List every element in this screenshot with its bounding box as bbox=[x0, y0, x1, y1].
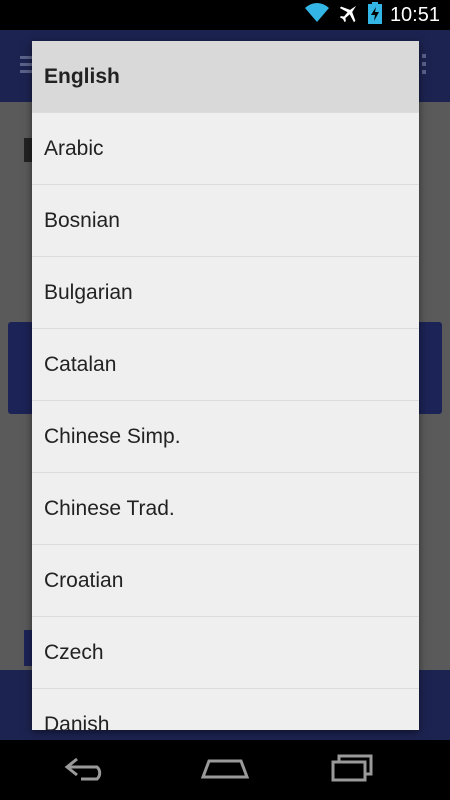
airplane-icon bbox=[338, 2, 360, 29]
home-button[interactable] bbox=[197, 752, 253, 788]
menu-icon bbox=[20, 56, 32, 76]
language-label: Croatian bbox=[44, 568, 124, 592]
language-label: Bulgarian bbox=[44, 280, 133, 304]
wifi-icon bbox=[304, 2, 330, 28]
status-bar: 10:51 bbox=[0, 0, 450, 30]
language-label: Chinese Trad. bbox=[44, 496, 175, 520]
status-time: 10:51 bbox=[389, 3, 440, 26]
language-label: Chinese Simp. bbox=[44, 424, 181, 448]
home-icon bbox=[199, 755, 251, 786]
language-item-danish[interactable]: Danish bbox=[32, 689, 419, 731]
back-icon bbox=[63, 755, 109, 786]
recent-apps-icon bbox=[329, 754, 375, 787]
language-label: English bbox=[44, 64, 120, 88]
language-label: Arabic bbox=[44, 136, 104, 160]
language-item-arabic[interactable]: Arabic bbox=[32, 113, 419, 185]
recent-apps-button[interactable] bbox=[324, 752, 380, 788]
back-button[interactable] bbox=[58, 752, 114, 788]
overflow-menu-icon bbox=[422, 54, 426, 78]
language-item-croatian[interactable]: Croatian bbox=[32, 545, 419, 617]
navigation-bar bbox=[0, 740, 450, 800]
battery-charging-icon bbox=[367, 1, 382, 29]
language-label: Bosnian bbox=[44, 208, 120, 232]
language-item-chinese-trad[interactable]: Chinese Trad. bbox=[32, 473, 419, 545]
language-item-czech[interactable]: Czech bbox=[32, 617, 419, 689]
language-label: Danish bbox=[44, 712, 110, 731]
language-item-bulgarian[interactable]: Bulgarian bbox=[32, 257, 419, 329]
background-element bbox=[24, 138, 32, 162]
status-icons: 10:51 bbox=[304, 0, 440, 30]
language-item-english[interactable]: English bbox=[32, 41, 419, 113]
language-item-catalan[interactable]: Catalan bbox=[32, 329, 419, 401]
language-label: Catalan bbox=[44, 352, 117, 376]
language-picker-dialog: English Arabic Bosnian Bulgarian Catalan… bbox=[32, 41, 419, 730]
language-item-bosnian[interactable]: Bosnian bbox=[32, 185, 419, 257]
language-item-chinese-simp[interactable]: Chinese Simp. bbox=[32, 401, 419, 473]
language-label: Czech bbox=[44, 640, 104, 664]
